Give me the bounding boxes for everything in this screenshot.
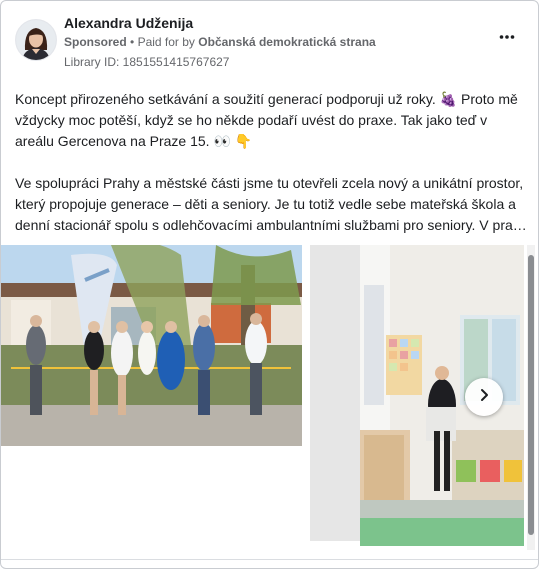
sponsored-label: Sponsored xyxy=(64,35,127,49)
post-paragraph-2-line-1: Ve spolupráci Prahy a městské části jsme… xyxy=(15,175,524,191)
media-carousel xyxy=(1,245,538,550)
post-paragraph-2-line-2: který propojuje generace – děti a senior… xyxy=(15,196,516,212)
author-avatar[interactable] xyxy=(15,19,57,61)
payer-name: Občanská demokratická strana xyxy=(198,35,376,49)
sponsor-line: Sponsored • Paid for by Občanská demokra… xyxy=(64,35,376,49)
carousel-gap xyxy=(310,245,360,541)
more-horizontal-icon[interactable] xyxy=(495,29,519,43)
library-id: Library ID: 1851551415767627 xyxy=(64,55,230,69)
post-header: Alexandra Udženija Sponsored • Paid for … xyxy=(15,15,525,75)
post-paragraph-1: Koncept přirozeného setkávání a soužití … xyxy=(15,91,518,149)
paid-for-label: Paid for by xyxy=(137,35,195,49)
post-body: Koncept přirozeného setkávání a soužití … xyxy=(15,89,527,236)
chevron-right-icon xyxy=(477,388,491,407)
author-name[interactable]: Alexandra Udženija xyxy=(64,15,193,31)
meta-separator: • xyxy=(130,35,138,49)
carousel-next-button[interactable] xyxy=(465,378,503,416)
card-divider xyxy=(1,559,538,560)
post-paragraph-2-line-3: denní stacionář spolu s odlehčovacími am… xyxy=(15,217,527,233)
scrollbar-thumb[interactable] xyxy=(528,255,534,535)
ad-card: Alexandra Udženija Sponsored • Paid for … xyxy=(0,0,539,569)
carousel-image-ribbon-cutting[interactable] xyxy=(1,245,302,446)
post-paragraph-2: Ve spolupráci Prahy a městské části jsme… xyxy=(15,173,527,236)
